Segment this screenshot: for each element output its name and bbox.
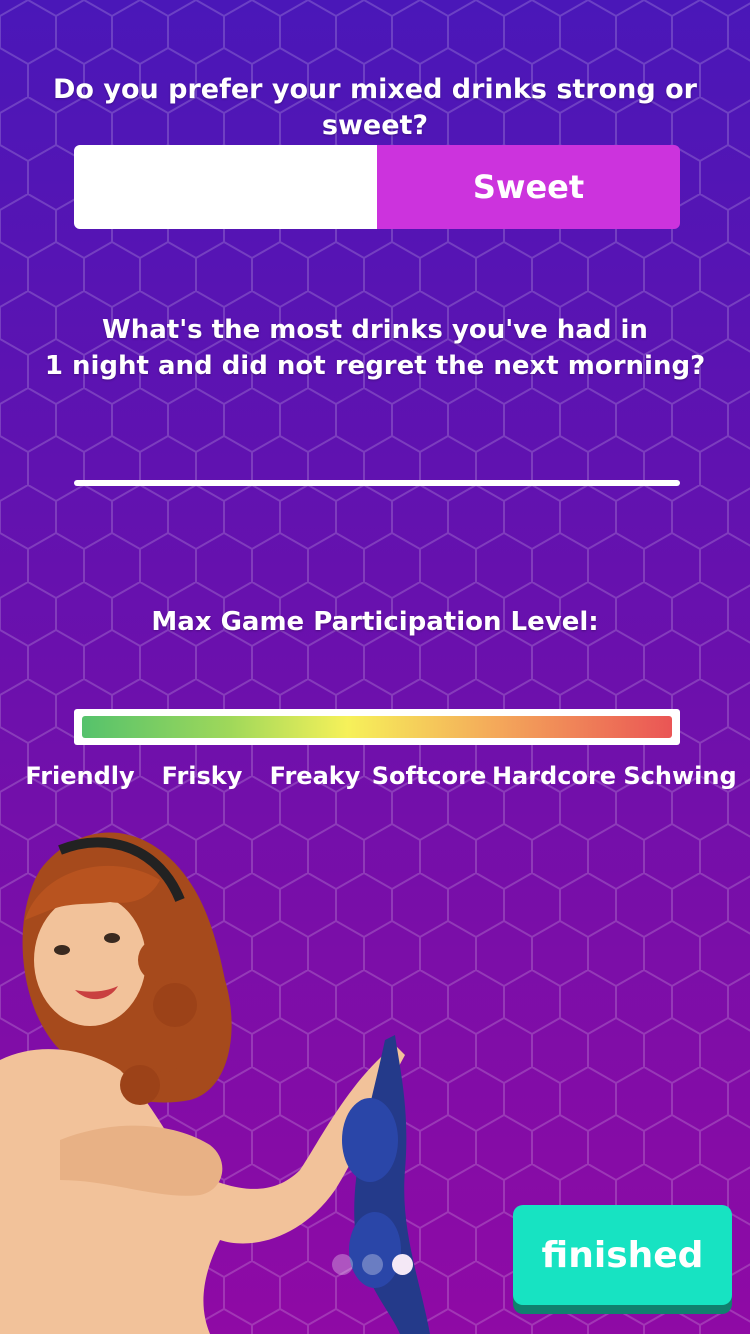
page-dot [332, 1254, 353, 1275]
participation-level-title: Max Game Participation Level: [151, 607, 599, 637]
most-drinks-input[interactable] [74, 480, 680, 486]
drinks-preference-question: Do you prefer your mixed drinks strong o… [53, 74, 697, 141]
level-label-freaky[interactable]: Freaky [270, 762, 361, 790]
strong-sweet-toggle[interactable]: Sweet [74, 145, 680, 229]
page-dot-active [392, 1254, 413, 1275]
level-label-hardcore[interactable]: Hardcore [492, 762, 616, 790]
toggle-option-sweet[interactable]: Sweet [377, 145, 680, 229]
level-label-friendly[interactable]: Friendly [25, 762, 134, 790]
page-dot [362, 1254, 383, 1275]
level-label-frisky[interactable]: Frisky [162, 762, 243, 790]
most-drinks-question-line2: 1 night and did not regret the next morn… [44, 351, 706, 381]
level-label-softcore[interactable]: Softcore [372, 762, 487, 790]
toggle-option-strong[interactable] [74, 145, 377, 229]
most-drinks-question-line1: What's the most drinks you've had in [102, 315, 648, 345]
finished-button[interactable]: finished [513, 1205, 732, 1305]
participation-level-slider[interactable] [74, 709, 680, 745]
page-indicator [332, 1254, 413, 1275]
participation-level-fill [82, 716, 672, 738]
participation-level-labels: Friendly Frisky Freaky Softcore Hardcore… [0, 762, 750, 796]
most-drinks-question: What's the most drinks you've had in 1 n… [0, 312, 750, 384]
level-label-schwing[interactable]: Schwing [623, 762, 736, 790]
